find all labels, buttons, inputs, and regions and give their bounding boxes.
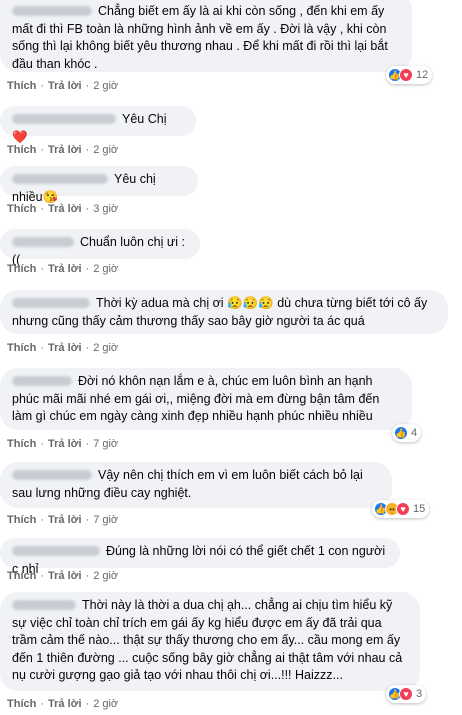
- comment-bubble: Thời kỳ adua mà chị ơi 😥😥😥 dù chưa từng …: [0, 290, 448, 334]
- comment-bubble: Chẳng biết em ấy là ai khi còn sống , đế…: [0, 0, 412, 72]
- timestamp[interactable]: 2 giờ: [93, 342, 118, 354]
- timestamp[interactable]: 3 giờ: [93, 203, 118, 215]
- comment-bubble: Đúng là những lời nói có thể giết chết 1…: [0, 538, 400, 576]
- author-name-redacted[interactable]: [12, 469, 92, 480]
- love-icon: ♥: [399, 68, 413, 82]
- author-name-redacted[interactable]: [12, 297, 90, 308]
- timestamp[interactable]: 7 giờ: [93, 438, 118, 450]
- author-name-redacted[interactable]: [12, 599, 76, 610]
- comment-bubble: Chuẩn luôn chị ưi :((: [0, 229, 200, 267]
- timestamp[interactable]: 2 giờ: [93, 144, 118, 156]
- reaction-count: 15: [413, 503, 426, 515]
- reply-link[interactable]: Trả lời: [48, 570, 82, 582]
- comment-text: Thời này là thời a dua chị ạh... chẳng a…: [12, 598, 403, 682]
- love-icon: ♥: [396, 502, 410, 516]
- reply-link[interactable]: Trả lời: [48, 203, 82, 215]
- like-link[interactable]: Thích: [7, 80, 36, 92]
- like-link[interactable]: Thích: [7, 438, 36, 450]
- reply-link[interactable]: Trả lời: [48, 342, 82, 354]
- love-icon: ♥: [399, 687, 413, 701]
- timestamp[interactable]: 2 giờ: [93, 570, 118, 582]
- author-name-redacted[interactable]: [12, 545, 100, 556]
- comment-bubble: Vậy nên chị thích em vì em luôn biết các…: [0, 462, 392, 508]
- like-link[interactable]: Thích: [7, 570, 36, 582]
- reply-link[interactable]: Trả lời: [48, 514, 82, 526]
- reaction-summary[interactable]: 👍 ♥ 3: [386, 685, 427, 703]
- comment-bubble: Thời này là thời a dua chị ạh... chẳng a…: [0, 592, 420, 691]
- like-link[interactable]: Thích: [7, 514, 36, 526]
- comment-bubble: Yêu Chị ❤️: [0, 106, 196, 144]
- comment-actions: Thích · Trả lời · 3 giờ: [7, 203, 119, 215]
- like-link[interactable]: Thích: [7, 342, 36, 354]
- reaction-summary[interactable]: 👍 ♥ 12: [386, 66, 433, 84]
- comment-actions: Thích · Trả lời · 2 giờ: [7, 342, 119, 354]
- timestamp[interactable]: 2 giờ: [93, 80, 118, 92]
- comment-actions: Thích · Trả lời · 2 giờ: [7, 80, 119, 92]
- reaction-count: 3: [416, 688, 423, 700]
- author-name-redacted[interactable]: [12, 236, 74, 247]
- like-link[interactable]: Thích: [7, 698, 36, 710]
- timestamp[interactable]: 2 giờ: [93, 263, 118, 275]
- comment-actions: Thích · Trả lời · 2 giờ: [7, 570, 119, 582]
- reaction-summary[interactable]: 👍 4: [392, 424, 422, 442]
- author-name-redacted[interactable]: [12, 173, 108, 184]
- author-name-redacted[interactable]: [12, 5, 92, 16]
- like-icon: 👍: [394, 426, 408, 440]
- reaction-count: 4: [411, 427, 418, 439]
- comment-actions: Thích · Trả lời · 2 giờ: [7, 263, 119, 275]
- like-link[interactable]: Thích: [7, 144, 36, 156]
- reply-link[interactable]: Trả lời: [48, 698, 82, 710]
- like-link[interactable]: Thích: [7, 203, 36, 215]
- comment-bubble: Yêu chị nhiều😘: [0, 166, 198, 204]
- like-link[interactable]: Thích: [7, 263, 36, 275]
- reply-link[interactable]: Trả lời: [48, 263, 82, 275]
- timestamp[interactable]: 2 giờ: [93, 698, 118, 710]
- comment-actions: Thích · Trả lời · 7 giờ: [7, 438, 119, 450]
- comment-actions: Thích · Trả lời · 7 giờ: [7, 514, 119, 526]
- reply-link[interactable]: Trả lời: [48, 144, 82, 156]
- author-name-redacted[interactable]: [12, 375, 72, 386]
- reaction-summary[interactable]: 👍 •̦• ♥ 15: [372, 500, 430, 518]
- comment-actions: Thích · Trả lời · 2 giờ: [7, 144, 119, 156]
- timestamp[interactable]: 7 giờ: [93, 514, 118, 526]
- comment-bubble: Đời nó khôn nạn lắm e à, chúc em luôn bì…: [0, 368, 412, 430]
- reply-link[interactable]: Trả lời: [48, 438, 82, 450]
- comment-actions: Thích · Trả lời · 2 giờ: [7, 698, 119, 710]
- reaction-count: 12: [416, 69, 429, 81]
- reply-link[interactable]: Trả lời: [48, 80, 82, 92]
- author-name-redacted[interactable]: [12, 113, 116, 124]
